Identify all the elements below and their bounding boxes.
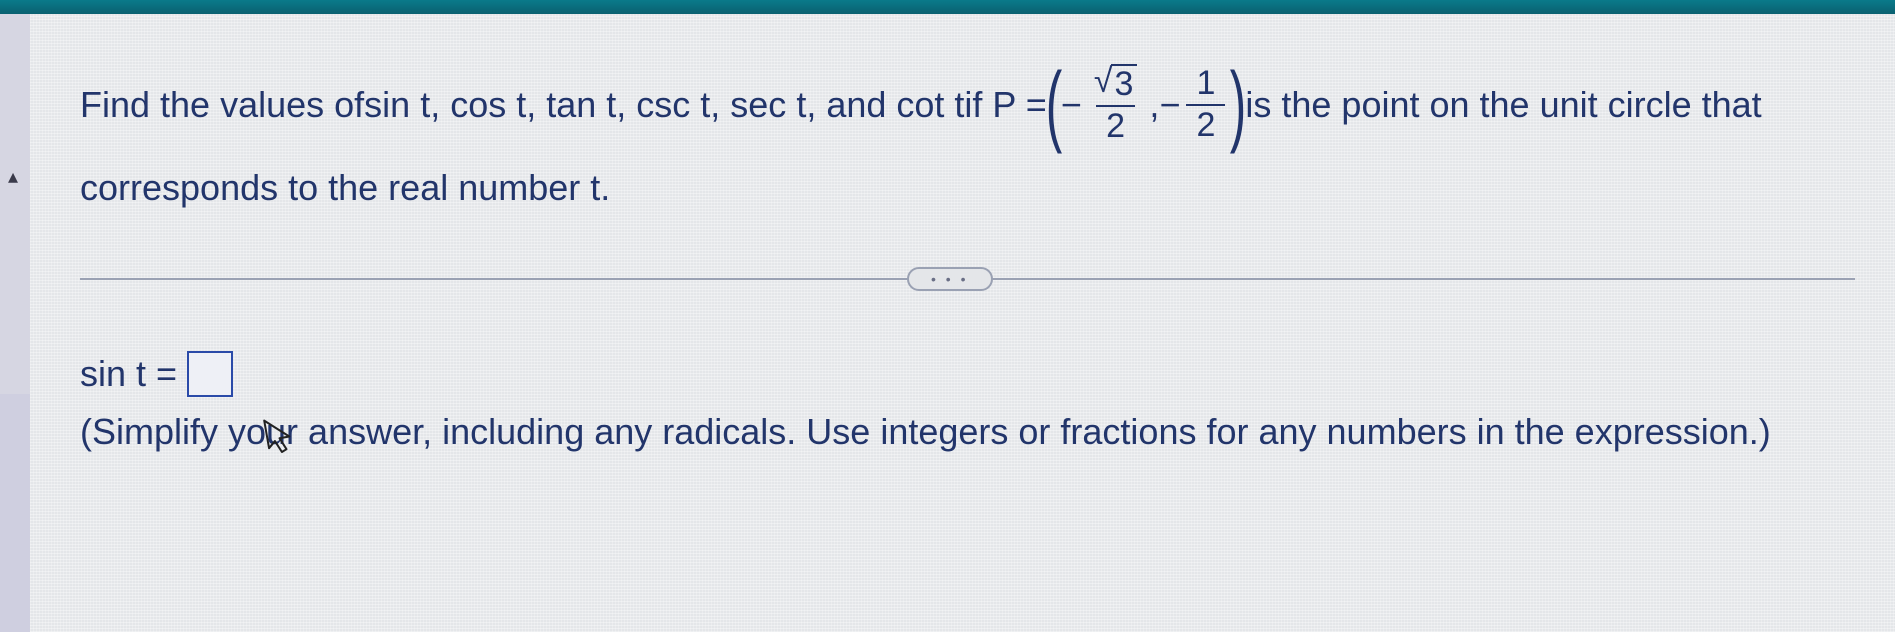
answer-instruction: (Simplify your answer, including any rad…: [80, 411, 1855, 453]
right-paren-icon: ): [1230, 69, 1246, 141]
rail-shade: [0, 394, 30, 632]
collapse-caret-icon[interactable]: ▴: [8, 164, 18, 189]
question-lead: Find the values of: [80, 76, 364, 134]
point-comma: ,: [1149, 76, 1159, 134]
x-sign: −: [1061, 76, 1082, 134]
question-line-2: corresponds to the real number t.: [80, 159, 1855, 217]
x-fraction: √ 3 2: [1088, 64, 1144, 145]
answer-label: sin t =: [80, 353, 177, 395]
y-numerator: 1: [1190, 66, 1221, 104]
question-tail: is the point on the unit circle that: [1245, 76, 1761, 134]
left-paren-icon: (: [1046, 69, 1062, 141]
question-line-1: Find the values of sin t, cos t, tan t, …: [80, 64, 1855, 145]
sqrt-icon: √ 3: [1094, 64, 1138, 103]
x-denominator: 2: [1096, 105, 1135, 145]
radicand: 3: [1111, 64, 1138, 103]
section-divider: • • •: [80, 267, 1855, 291]
question-if: if P =: [964, 76, 1046, 134]
answer-row: sin t =: [80, 351, 1855, 397]
question-panel: Find the values of sin t, cos t, tan t, …: [30, 14, 1895, 632]
y-fraction: 1 2: [1186, 66, 1225, 143]
y-sign: −: [1159, 76, 1180, 134]
window-title-bar: [0, 0, 1895, 14]
question-text: Find the values of sin t, cos t, tan t, …: [80, 64, 1855, 217]
x-numerator: √ 3: [1088, 64, 1144, 105]
ellipsis-icon: • • •: [931, 271, 968, 287]
expand-hint-button[interactable]: • • •: [907, 267, 993, 291]
question-nav-rail: ▴: [0, 14, 30, 632]
question-functions: sin t, cos t, tan t, csc t, sec t, and c…: [364, 76, 964, 134]
y-denominator: 2: [1186, 104, 1225, 144]
answer-input[interactable]: [187, 351, 233, 397]
